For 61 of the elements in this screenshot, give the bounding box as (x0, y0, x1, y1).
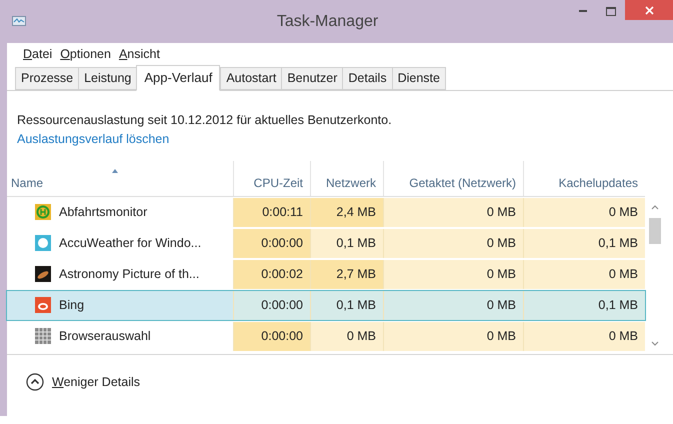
app-name: AccuWeather for Windo... (59, 234, 202, 252)
table-cell: 0 MB (523, 260, 645, 288)
fewer-details-button[interactable]: Weniger Details (52, 372, 140, 392)
sort-arrow-icon (112, 168, 118, 172)
table-row[interactable]: Astronomy Picture of th... 0:00:02 2,7 MB 0 MB 0 MB (6, 258, 646, 290)
table-cell: 0:00:00 (233, 322, 310, 350)
app-name: Bing (59, 296, 84, 314)
menu-item[interactable]: Optionen (59, 44, 112, 64)
clear-history-link[interactable]: Auslastungsverlauf löschen (17, 132, 170, 146)
bus-stop-icon (35, 204, 51, 220)
tab[interactable]: Autostart (220, 67, 282, 90)
table-cell: 0 MB (383, 228, 523, 258)
column-header[interactable]: Getaktet (Netzwerk) (383, 160, 523, 196)
column-header[interactable]: Name (7, 160, 233, 196)
table-row[interactable]: Abfahrtsmonitor 0:00:11 2,4 MB 0 MB 0 MB (6, 196, 646, 228)
usage-description: Ressourcenauslastung seit 10.12.2012 für aktuelles Benutzerkonto. (17, 112, 393, 129)
table-cell: 0,1 MB (523, 290, 645, 320)
table-row[interactable]: Bing 0:00:00 0,1 MB 0 MB 0,1 MB (6, 290, 646, 320)
table-cell: 2,4 MB (310, 198, 383, 226)
scroll-down-icon (651, 340, 659, 346)
app-name: Astronomy Picture of th... (59, 266, 200, 283)
table-cell: 0 MB (523, 322, 645, 350)
table-cell: 0 MB (383, 290, 523, 320)
tab[interactable]: Benutzer (281, 67, 344, 90)
tab[interactable]: Prozesse (15, 67, 80, 90)
table-cell: 2,7 MB (310, 260, 383, 288)
menu-item[interactable]: Ansicht (118, 44, 161, 64)
close-button[interactable] (625, 0, 673, 20)
planet-icon (35, 266, 51, 282)
menu-item[interactable]: Datei (22, 44, 54, 64)
column-header[interactable]: Kachelupdates (523, 160, 645, 196)
table-cell: 0 MB (383, 260, 523, 288)
table-cell: 0:00:00 (233, 228, 310, 258)
app-name: Browserauswahl (59, 328, 151, 345)
table-cell: 0 MB (523, 198, 645, 226)
table-cell: 0,1 MB (310, 228, 383, 258)
minimize-icon (579, 10, 587, 12)
column-header[interactable]: CPU-Zeit (233, 160, 310, 196)
tab[interactable]: Leistung (78, 67, 138, 90)
monitor-icon (12, 16, 26, 28)
tab[interactable]: Dienste (392, 67, 446, 90)
table-cell: 0:00:11 (233, 198, 310, 226)
table-row[interactable]: AccuWeather for Windo... 0:00:00 0,1 MB 0 MB 0,1 MB (6, 228, 646, 258)
table-cell: 0 MB (383, 322, 523, 350)
column-header[interactable]: Netzwerk (310, 160, 383, 196)
tab[interactable]: Details (342, 67, 393, 90)
scroll-thumb[interactable] (649, 218, 661, 244)
window-title: Task-Manager (276, 12, 380, 32)
table-row[interactable]: Browserauswahl 0:00:00 0 MB 0 MB 0 MB (6, 320, 646, 352)
table-cell: 0:00:00 (233, 290, 310, 320)
table-cell: 0 MB (310, 322, 383, 350)
table-cell: 0:00:02 (233, 260, 310, 288)
table-cell: 0 MB (383, 198, 523, 226)
table-cell: 0,1 MB (310, 290, 383, 320)
close-icon (644, 6, 654, 14)
scroll-up-icon (651, 204, 659, 210)
app-name: Abfahrtsmonitor (59, 204, 148, 221)
collapse-icon[interactable] (26, 373, 44, 391)
maximize-icon (606, 6, 616, 16)
tab[interactable]: App-Verlauf (136, 65, 220, 91)
table-cell: 0,1 MB (523, 228, 645, 258)
